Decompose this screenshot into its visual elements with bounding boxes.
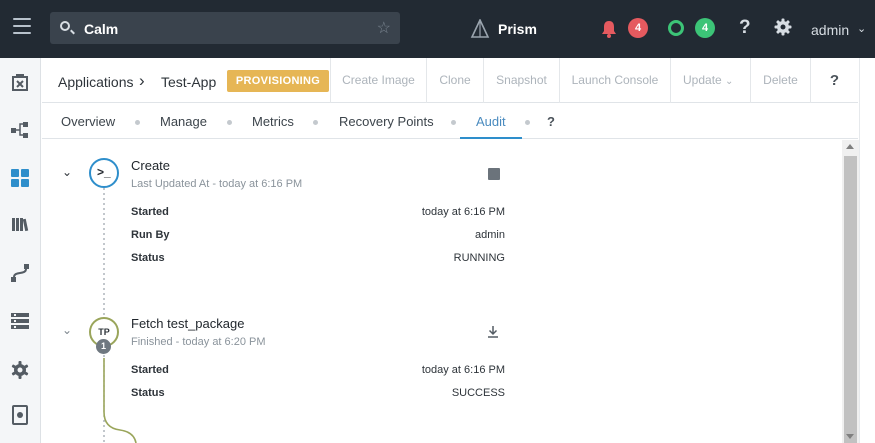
task-icon-text: TP — [98, 327, 110, 337]
library-icon[interactable] — [10, 214, 30, 234]
brand-name: Prism — [498, 21, 537, 37]
snapshot-button[interactable]: Snapshot — [483, 58, 559, 103]
status-label: Status — [131, 252, 165, 264]
tasks-icon[interactable] — [668, 20, 684, 36]
search-input[interactable]: Calm — [84, 21, 118, 37]
search-icon — [60, 21, 70, 31]
scrollbar[interactable] — [842, 140, 859, 443]
help-icon[interactable]: ? — [810, 58, 858, 103]
settings-icon[interactable] — [10, 360, 30, 380]
tab-separator — [313, 120, 318, 125]
step-subtitle: Finished - today at 6:20 PM — [131, 336, 266, 348]
started-label: Started — [131, 364, 169, 376]
started-value: today at 6:16 PM — [421, 206, 505, 218]
task-count-badge: 1 — [96, 339, 111, 354]
star-icon[interactable]: ☆ — [377, 18, 391, 38]
window-edge — [859, 58, 875, 443]
collapse-chevron-icon[interactable]: ⌄ — [62, 323, 72, 337]
search-bar[interactable]: Calm ☆ — [50, 12, 400, 44]
started-value: today at 6:16 PM — [421, 364, 505, 376]
marketplace-icon[interactable] — [10, 72, 30, 92]
tab-recovery-points[interactable]: Recovery Points — [339, 114, 434, 129]
tab-overview[interactable]: Overview — [61, 114, 115, 129]
step-title: Fetch test_package — [131, 316, 245, 331]
alerts-badge[interactable]: 4 — [628, 18, 648, 38]
stop-icon[interactable] — [488, 168, 500, 180]
create-image-button[interactable]: Create Image — [330, 58, 426, 103]
breadcrumb-applications[interactable]: Applications — [58, 74, 134, 90]
update-button[interactable]: Update ⌄ — [670, 58, 750, 103]
active-tab-indicator — [460, 137, 522, 139]
terminal-icon: >_ — [89, 158, 119, 188]
delete-button[interactable]: Delete — [750, 58, 810, 103]
tab-audit[interactable]: Audit — [476, 114, 506, 129]
tab-manage[interactable]: Manage — [160, 114, 207, 129]
audit-panel: ⌄ >_ Create Last Updated At - today at 6… — [42, 140, 842, 443]
step-title: Create — [131, 158, 171, 173]
scroll-thumb[interactable] — [844, 156, 857, 443]
scroll-down-arrow-icon[interactable] — [846, 434, 854, 439]
breadcrumb-separator: › — [139, 71, 145, 90]
tab-separator — [135, 120, 140, 125]
download-icon[interactable] — [487, 325, 499, 338]
sidebar — [0, 58, 41, 443]
run-by-label: Run By — [131, 229, 170, 241]
step-subtitle: Last Updated At - today at 6:16 PM — [131, 178, 303, 190]
update-label: Update — [683, 73, 722, 87]
scroll-up-arrow-icon[interactable] — [846, 144, 854, 149]
chevron-down-icon[interactable]: ⌄ — [857, 22, 866, 35]
tab-separator — [525, 120, 530, 125]
help-icon[interactable]: ? — [547, 114, 555, 129]
launch-console-button[interactable]: Launch Console — [559, 58, 670, 103]
collapse-chevron-icon[interactable]: ⌄ — [62, 165, 72, 179]
bell-icon[interactable] — [600, 19, 618, 39]
user-menu[interactable]: admin — [811, 22, 849, 38]
status-value: SUCCESS — [451, 387, 505, 399]
app-header: Applications › Test-App PROVISIONING Cre… — [42, 58, 858, 103]
top-bar: Calm ☆ Prism 4 4 ? admin ⌄ — [0, 0, 875, 58]
breadcrumb-app-name: Test-App — [161, 74, 217, 90]
menu-icon[interactable] — [13, 18, 31, 34]
tab-separator — [451, 120, 456, 125]
chevron-down-icon: ⌄ — [725, 76, 734, 87]
applications-icon[interactable] — [10, 168, 30, 188]
tab-separator — [227, 120, 232, 125]
endpoints-icon[interactable] — [10, 311, 30, 331]
started-label: Started — [131, 206, 169, 218]
tasks-badge[interactable]: 4 — [695, 18, 715, 38]
tab-bar: Overview Manage Metrics Recovery Points … — [42, 103, 858, 139]
status-badge: PROVISIONING — [227, 70, 329, 92]
tab-metrics[interactable]: Metrics — [252, 114, 294, 129]
runbooks-icon[interactable] — [10, 263, 30, 283]
gear-icon[interactable] — [774, 18, 792, 36]
status-value: RUNNING — [453, 252, 505, 264]
clone-button[interactable]: Clone — [426, 58, 483, 103]
prism-icon — [470, 19, 490, 38]
blueprints-icon[interactable] — [10, 120, 30, 140]
status-label: Status — [131, 387, 165, 399]
policies-icon[interactable] — [10, 405, 30, 425]
run-by-value: admin — [475, 229, 505, 241]
help-icon[interactable]: ? — [739, 17, 751, 39]
